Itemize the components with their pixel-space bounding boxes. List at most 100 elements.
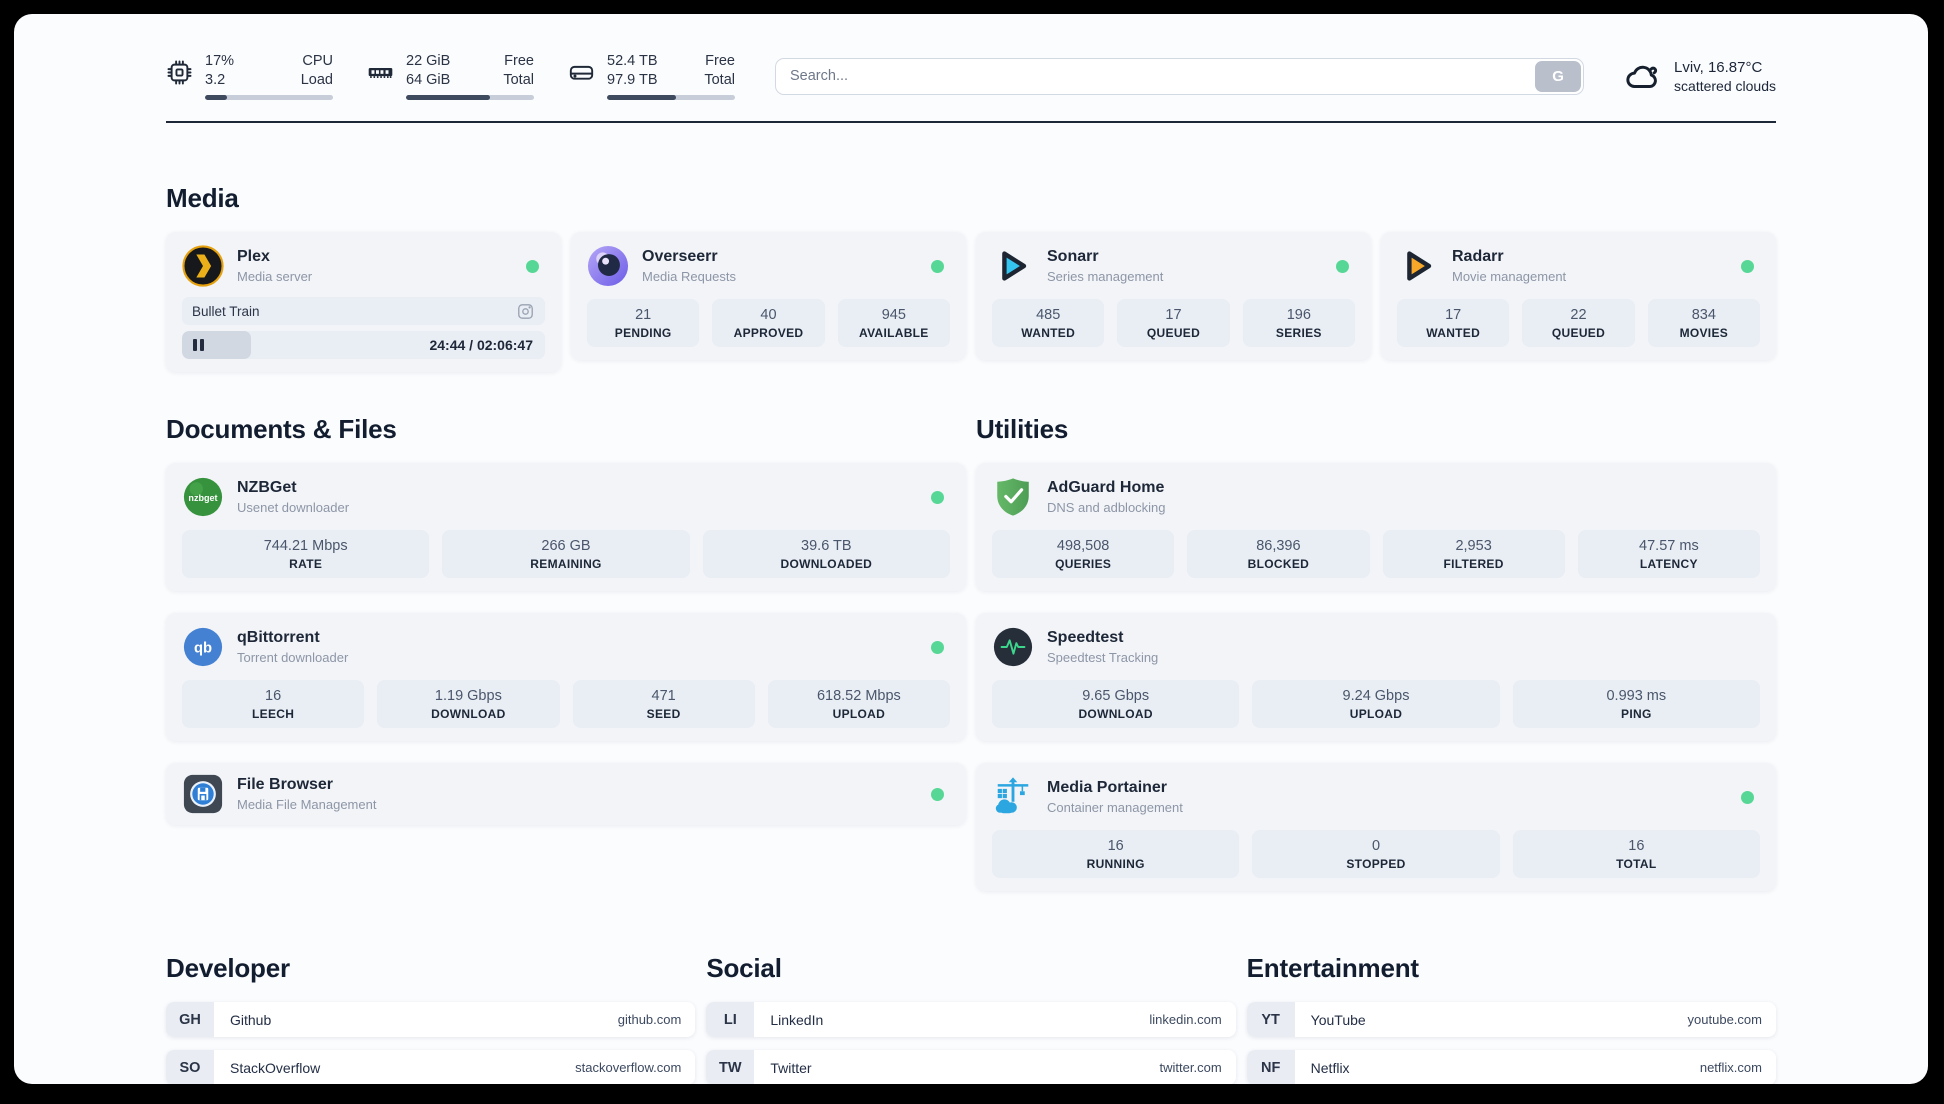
bookmark-youtube[interactable]: YT YouTube youtube.com <box>1246 1002 1776 1037</box>
dashboard-content: 17% 3.2 CPU Load 22 GiB 64 GiB Free Total 52.4 T… <box>14 14 1928 1084</box>
camera-icon <box>516 302 535 321</box>
app-header: Overseerr Media Requests <box>587 245 950 287</box>
stat-label: DOWNLOAD <box>1078 707 1153 721</box>
overseerr-card[interactable]: Overseerr Media Requests 21 PENDING 40 APPROV… <box>571 232 966 360</box>
bookmark-linkedin[interactable]: LI LinkedIn linkedin.com <box>706 1002 1236 1037</box>
bookmark-abbr: LI <box>706 1002 755 1037</box>
stat-label: RUNNING <box>1086 857 1145 871</box>
pause-icon[interactable] <box>193 339 204 351</box>
bookmark-stackoverflow[interactable]: SO StackOverflow stackoverflow.com <box>166 1050 696 1084</box>
stat-box: 17 WANTED <box>1397 299 1510 347</box>
stat-label: UPLOAD <box>832 707 886 721</box>
plex-card[interactable]: Plex Media server Bullet Train 24:44 / 02:0… <box>166 232 561 372</box>
stat-box: 9.65 Gbps DOWNLOAD <box>992 680 1240 728</box>
app-subtitle: Media server <box>237 269 313 284</box>
app-info: Overseerr Media Requests <box>642 248 918 284</box>
app-header: File Browser Media File Management <box>182 773 950 815</box>
app-title: NZBGet <box>237 479 297 496</box>
stat-label: WANTED <box>1021 326 1076 340</box>
svg-text:qb: qb <box>194 640 212 656</box>
nzbget-icon: nzbget <box>182 476 224 518</box>
monitor-value: 22 GiB <box>406 52 451 69</box>
bookmark-name: YouTube <box>1310 1011 1366 1028</box>
filebrowser-card[interactable]: File Browser Media File Management <box>166 763 966 825</box>
playback-progress-bar[interactable]: 24:44 / 02:06:47 <box>182 331 545 359</box>
stat-label: FILTERED <box>1443 557 1504 571</box>
bookmark-name: LinkedIn <box>770 1011 824 1028</box>
app-info: Speedtest Speedtest Tracking <box>1047 629 1760 665</box>
stat-box: 834 MOVIES <box>1647 299 1760 347</box>
qbittorrent-card[interactable]: qb qBittorrent Torrent downloader 16 LEECH 1.… <box>166 613 966 741</box>
stat-value: 17 <box>1445 307 1462 323</box>
bookmark-list: YT YouTube youtube.com NF Netflix netflix.com… <box>1246 1002 1776 1084</box>
portainer-icon <box>992 776 1034 818</box>
stat-box: 618.52 Mbps UPLOAD <box>767 680 950 728</box>
bookmark-sections: Developer GH Github github.com SO StackOverfl… <box>166 953 1776 1084</box>
stat-box: 17 QUEUED <box>1117 299 1230 347</box>
bookmark-section-entertainment: Entertainment YT YouTube youtube.com NF Netfl… <box>1246 953 1776 1084</box>
stat-value: 471 <box>651 688 676 704</box>
app-header: qb qBittorrent Torrent downloader <box>182 626 950 668</box>
app-info: Media Portainer Container management <box>1047 779 1728 815</box>
app-subtitle: Usenet downloader <box>237 500 350 515</box>
adguard-card[interactable]: AdGuard Home DNS and adblocking 498,508 QUE… <box>976 463 1776 591</box>
stats-row: 485 WANTED 17 QUEUED 196 SERIES <box>992 299 1355 347</box>
stat-value: 0 <box>1371 838 1381 854</box>
now-playing-title: Bullet Train <box>192 303 260 319</box>
stat-label: QUEUED <box>1146 326 1201 340</box>
cpu-monitor: 17% 3.2 CPU Load <box>166 52 333 101</box>
bookmark-list: LI LinkedIn linkedin.com TW Twitter twitter.c… <box>706 1002 1236 1084</box>
plex-icon <box>182 245 224 287</box>
monitor-values: 17% 3.2 <box>205 52 234 90</box>
monitor-body: 52.4 TB 97.9 TB Free Total <box>607 52 735 101</box>
weather-widget: Lviv, 16.87°C scattered clouds <box>1624 58 1776 95</box>
monitor-value: 17% <box>205 52 235 69</box>
monitor-body: 22 GiB 64 GiB Free Total <box>406 52 534 101</box>
radarr-icon <box>1397 245 1439 287</box>
monitor-progress-fill <box>205 95 227 101</box>
sonarr-card[interactable]: Sonarr Series management 485 WANTED 17 QUEUED… <box>976 232 1371 360</box>
top-bar: 17% 3.2 CPU Load 22 GiB 64 GiB Free Total 52.4 T… <box>166 46 1776 106</box>
stat-label: MOVIES <box>1679 326 1729 340</box>
section-title: Documents & Files <box>166 414 397 444</box>
bookmark-section-developer: Developer GH Github github.com SO StackOverfl… <box>166 953 696 1084</box>
bookmark-abbr: SO <box>166 1050 214 1084</box>
card-grid: AdGuard Home DNS and adblocking 498,508 QUE… <box>976 463 1776 891</box>
monitor-values: 22 GiB 64 GiB <box>406 52 450 90</box>
weather-location-temp: Lviv, 16.87°C <box>1674 58 1763 76</box>
filebrowser-icon <box>182 773 224 815</box>
bookmark-name: StackOverflow <box>230 1059 321 1076</box>
memory-monitor: 22 GiB 64 GiB Free Total <box>367 52 534 101</box>
app-title: Overseerr <box>642 248 718 265</box>
app-subtitle: Movie management <box>1452 269 1567 284</box>
app-subtitle: Container management <box>1047 800 1183 815</box>
bookmark-name: Netflix <box>1310 1059 1350 1076</box>
stat-box: 22 QUEUED <box>1522 299 1635 347</box>
bookmark-netflix[interactable]: NF Netflix netflix.com <box>1246 1050 1776 1084</box>
stat-label: QUEUED <box>1551 326 1606 340</box>
nzbget-card[interactable]: nzbget NZBGet Usenet downloader 744.21 Mbps… <box>166 463 966 591</box>
stat-value: 40 <box>760 307 777 323</box>
bookmark-abbr: TW <box>706 1050 755 1084</box>
portainer-card[interactable]: Media Portainer Container management 16 RUN… <box>976 763 1776 891</box>
speedtest-card[interactable]: Speedtest Speedtest Tracking 9.65 Gbps DOWN… <box>976 613 1776 741</box>
radarr-card[interactable]: Radarr Movie management 17 WANTED 22 QUEUED 83… <box>1381 232 1776 360</box>
stats-row: 9.65 Gbps DOWNLOAD 9.24 Gbps UPLOAD 0.993 ms… <box>992 680 1760 728</box>
stat-value: 16 <box>1107 838 1124 854</box>
stat-box: 1.19 Gbps DOWNLOAD <box>377 680 560 728</box>
bookmark-twitter[interactable]: TW Twitter twitter.com <box>706 1050 1236 1084</box>
cloud-icon <box>1624 58 1661 95</box>
monitor-value: 3.2 <box>205 72 226 88</box>
search-input[interactable] <box>775 57 1585 95</box>
bookmark-abbr: YT <box>1246 1002 1295 1037</box>
app-subtitle: Media Requests <box>642 269 736 284</box>
weather-condition: scattered clouds <box>1674 77 1776 94</box>
screen-frame: 17% 3.2 CPU Load 22 GiB 64 GiB Free Total 52.4 T… <box>0 0 1944 1104</box>
stat-value: 485 <box>1036 307 1061 323</box>
search-engine-button[interactable]: G <box>1535 60 1582 92</box>
stat-value: 2,953 <box>1455 538 1492 554</box>
stats-row: 16 LEECH 1.19 Gbps DOWNLOAD 471 SEED 618.52 Mb… <box>182 680 950 728</box>
app-header: Radarr Movie management <box>1397 245 1760 287</box>
stat-label: TOTAL <box>1616 857 1657 871</box>
bookmark-github[interactable]: GH Github github.com <box>166 1002 696 1037</box>
